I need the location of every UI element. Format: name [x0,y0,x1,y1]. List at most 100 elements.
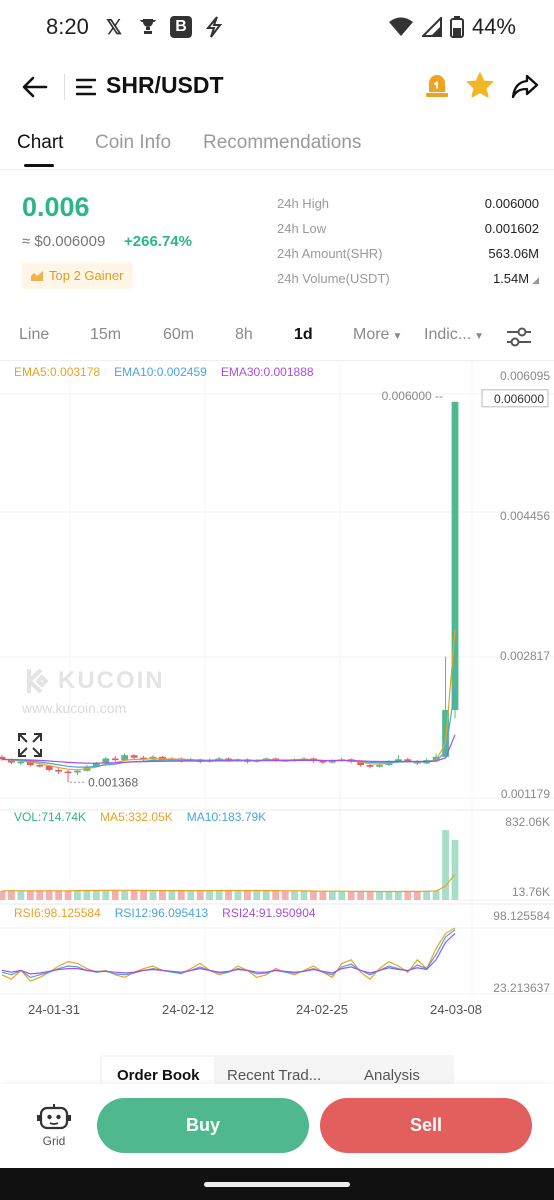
ema30-legend: EMA30:0.001888 [220,365,314,379]
interval-8h[interactable]: 8h [235,326,253,344]
gainer-badge[interactable]: Top 2 Gainer [22,262,134,289]
stat-value: 0.006000 [484,196,539,211]
volume-bar [206,890,214,900]
toggle-triangle-icon: ◢ [532,275,539,285]
volume-bar [243,890,251,900]
volume-bar [196,890,204,900]
interval-more[interactable]: More ▼ [353,326,402,344]
interval-15m[interactable]: 15m [90,326,121,344]
price-axis-label: 0.001179 [501,787,550,801]
kucoin-logo-icon [27,668,48,694]
ema-legend: EMA5:0.003178 EMA10:0.002459 EMA30:0.001… [14,365,314,379]
pair-menu-icon[interactable] [76,76,96,98]
tab-coin-info[interactable]: Coin Info [95,132,171,154]
tab-analysis[interactable]: Analysis [364,1067,420,1084]
kucoin-watermark: KUCOIN [20,667,165,695]
volume-bar [281,891,289,900]
volume-bar [385,891,393,900]
grid-button[interactable]: Grid [30,1102,78,1150]
chart-settings-icon[interactable] [505,324,533,350]
candle-body [130,755,138,758]
volume-bar [121,890,129,900]
interval-line[interactable]: Line [19,326,49,344]
indicators-dropdown[interactable]: Indic... ▼ [424,326,484,344]
x-axis-tick: 24-03-08 [430,1002,482,1017]
volume-bar [187,890,195,900]
volume-bar [310,891,317,900]
home-indicator[interactable] [204,1182,350,1187]
ticker-stats: 24h High 0.006000 24h Low 0.001602 24h A… [277,196,539,296]
volume-bar [74,890,81,900]
stat-label: 24h High [277,196,330,211]
chevron-down-icon: ▼ [392,331,403,342]
stat-row-low: 24h Low 0.001602 [277,221,539,246]
last-price: 0.006 [22,192,90,222]
volume-bar [442,830,449,900]
volume-bar [55,891,63,900]
interval-1d[interactable]: 1d [294,326,313,344]
status-system-icons: 44% [388,14,516,40]
price-axis-label: 0.006095 [500,369,550,383]
pair-title[interactable]: SHR/USDT [106,72,224,99]
bolt-icon [202,14,226,40]
favorite-star-icon[interactable] [466,71,494,99]
volume-bar [432,890,440,900]
candle-body [376,765,383,767]
rsi-legend: RSI6:98.125584 RSI12:96.095413 RSI24:91.… [14,906,316,920]
status-time: 8:20 [46,14,89,39]
trend-chart-icon [31,270,43,281]
rsi-axis-label: 98.125584 [493,909,550,923]
pair-header: SHR/USDT [0,60,554,114]
low-price-marker: 0.001368 [88,775,138,789]
ma10-legend: MA10:183.79K [186,810,267,824]
tab-recent-trades[interactable]: Recent Trad... [227,1067,321,1084]
fiat-price: ≈ $0.006009 [22,233,106,250]
stat-label: 24h Amount(SHR) [277,246,383,261]
tab-recommendations[interactable]: Recommendations [203,132,361,154]
candle-body [74,770,81,773]
price-axis-label: 0.004456 [500,509,550,523]
volume-bar [45,890,53,900]
stat-value: 0.001602 [484,221,539,236]
back-arrow-icon[interactable] [20,72,50,102]
volume-axis-label: 13.76K [512,885,550,899]
volume-bar [272,891,280,900]
volume-bar [92,890,100,900]
volume-bar [168,891,176,900]
volume-legend: VOL:714.74K MA5:332.05K MA10:183.79K [14,810,266,824]
candle-body [64,771,72,774]
share-icon[interactable] [511,72,539,100]
volume-bar [159,890,166,900]
price-alert-icon[interactable] [424,71,450,99]
stat-label: 24h Volume(USDT) [277,271,390,286]
volume-bar [291,890,298,900]
volume-bar [262,890,270,900]
tab-chart[interactable]: Chart [17,132,63,154]
x-icon: 𝕏 [105,16,123,39]
b-icon: B [170,16,192,38]
volume-bar [36,890,44,900]
grid-bot-icon [37,1104,71,1130]
divider [0,360,554,361]
candle-body [36,765,44,767]
volume-bar [8,890,15,900]
tab-order-book[interactable]: Order Book [117,1067,200,1084]
ma5-legend: MA5:332.05K [100,810,173,824]
buy-button[interactable]: Buy [97,1098,309,1153]
fullscreen-expand-icon[interactable] [17,732,43,758]
page-tabs: Chart Coin Info Recommendations [0,128,554,170]
volume-bar [404,891,412,900]
header-divider [64,74,65,100]
volume-bar [215,890,223,900]
interval-bar: Line 15m 60m 8h 1d More ▼ Indic... ▼ [0,322,554,352]
interval-more-label: More [353,326,390,343]
bottom-action-bar: Grid Buy Sell [0,1084,554,1168]
interval-60m[interactable]: 60m [163,326,194,344]
sell-button[interactable]: Sell [320,1098,532,1153]
volume-bar [357,891,365,900]
high-price-marker: 0.006000 -- [382,389,443,403]
stat-value-toggle[interactable]: 1.54M ◢ [493,271,539,286]
stat-row-volume[interactable]: 24h Volume(USDT) 1.54M ◢ [277,271,539,296]
vol-legend: VOL:714.74K [14,810,87,824]
grid-label: Grid [42,1134,66,1148]
